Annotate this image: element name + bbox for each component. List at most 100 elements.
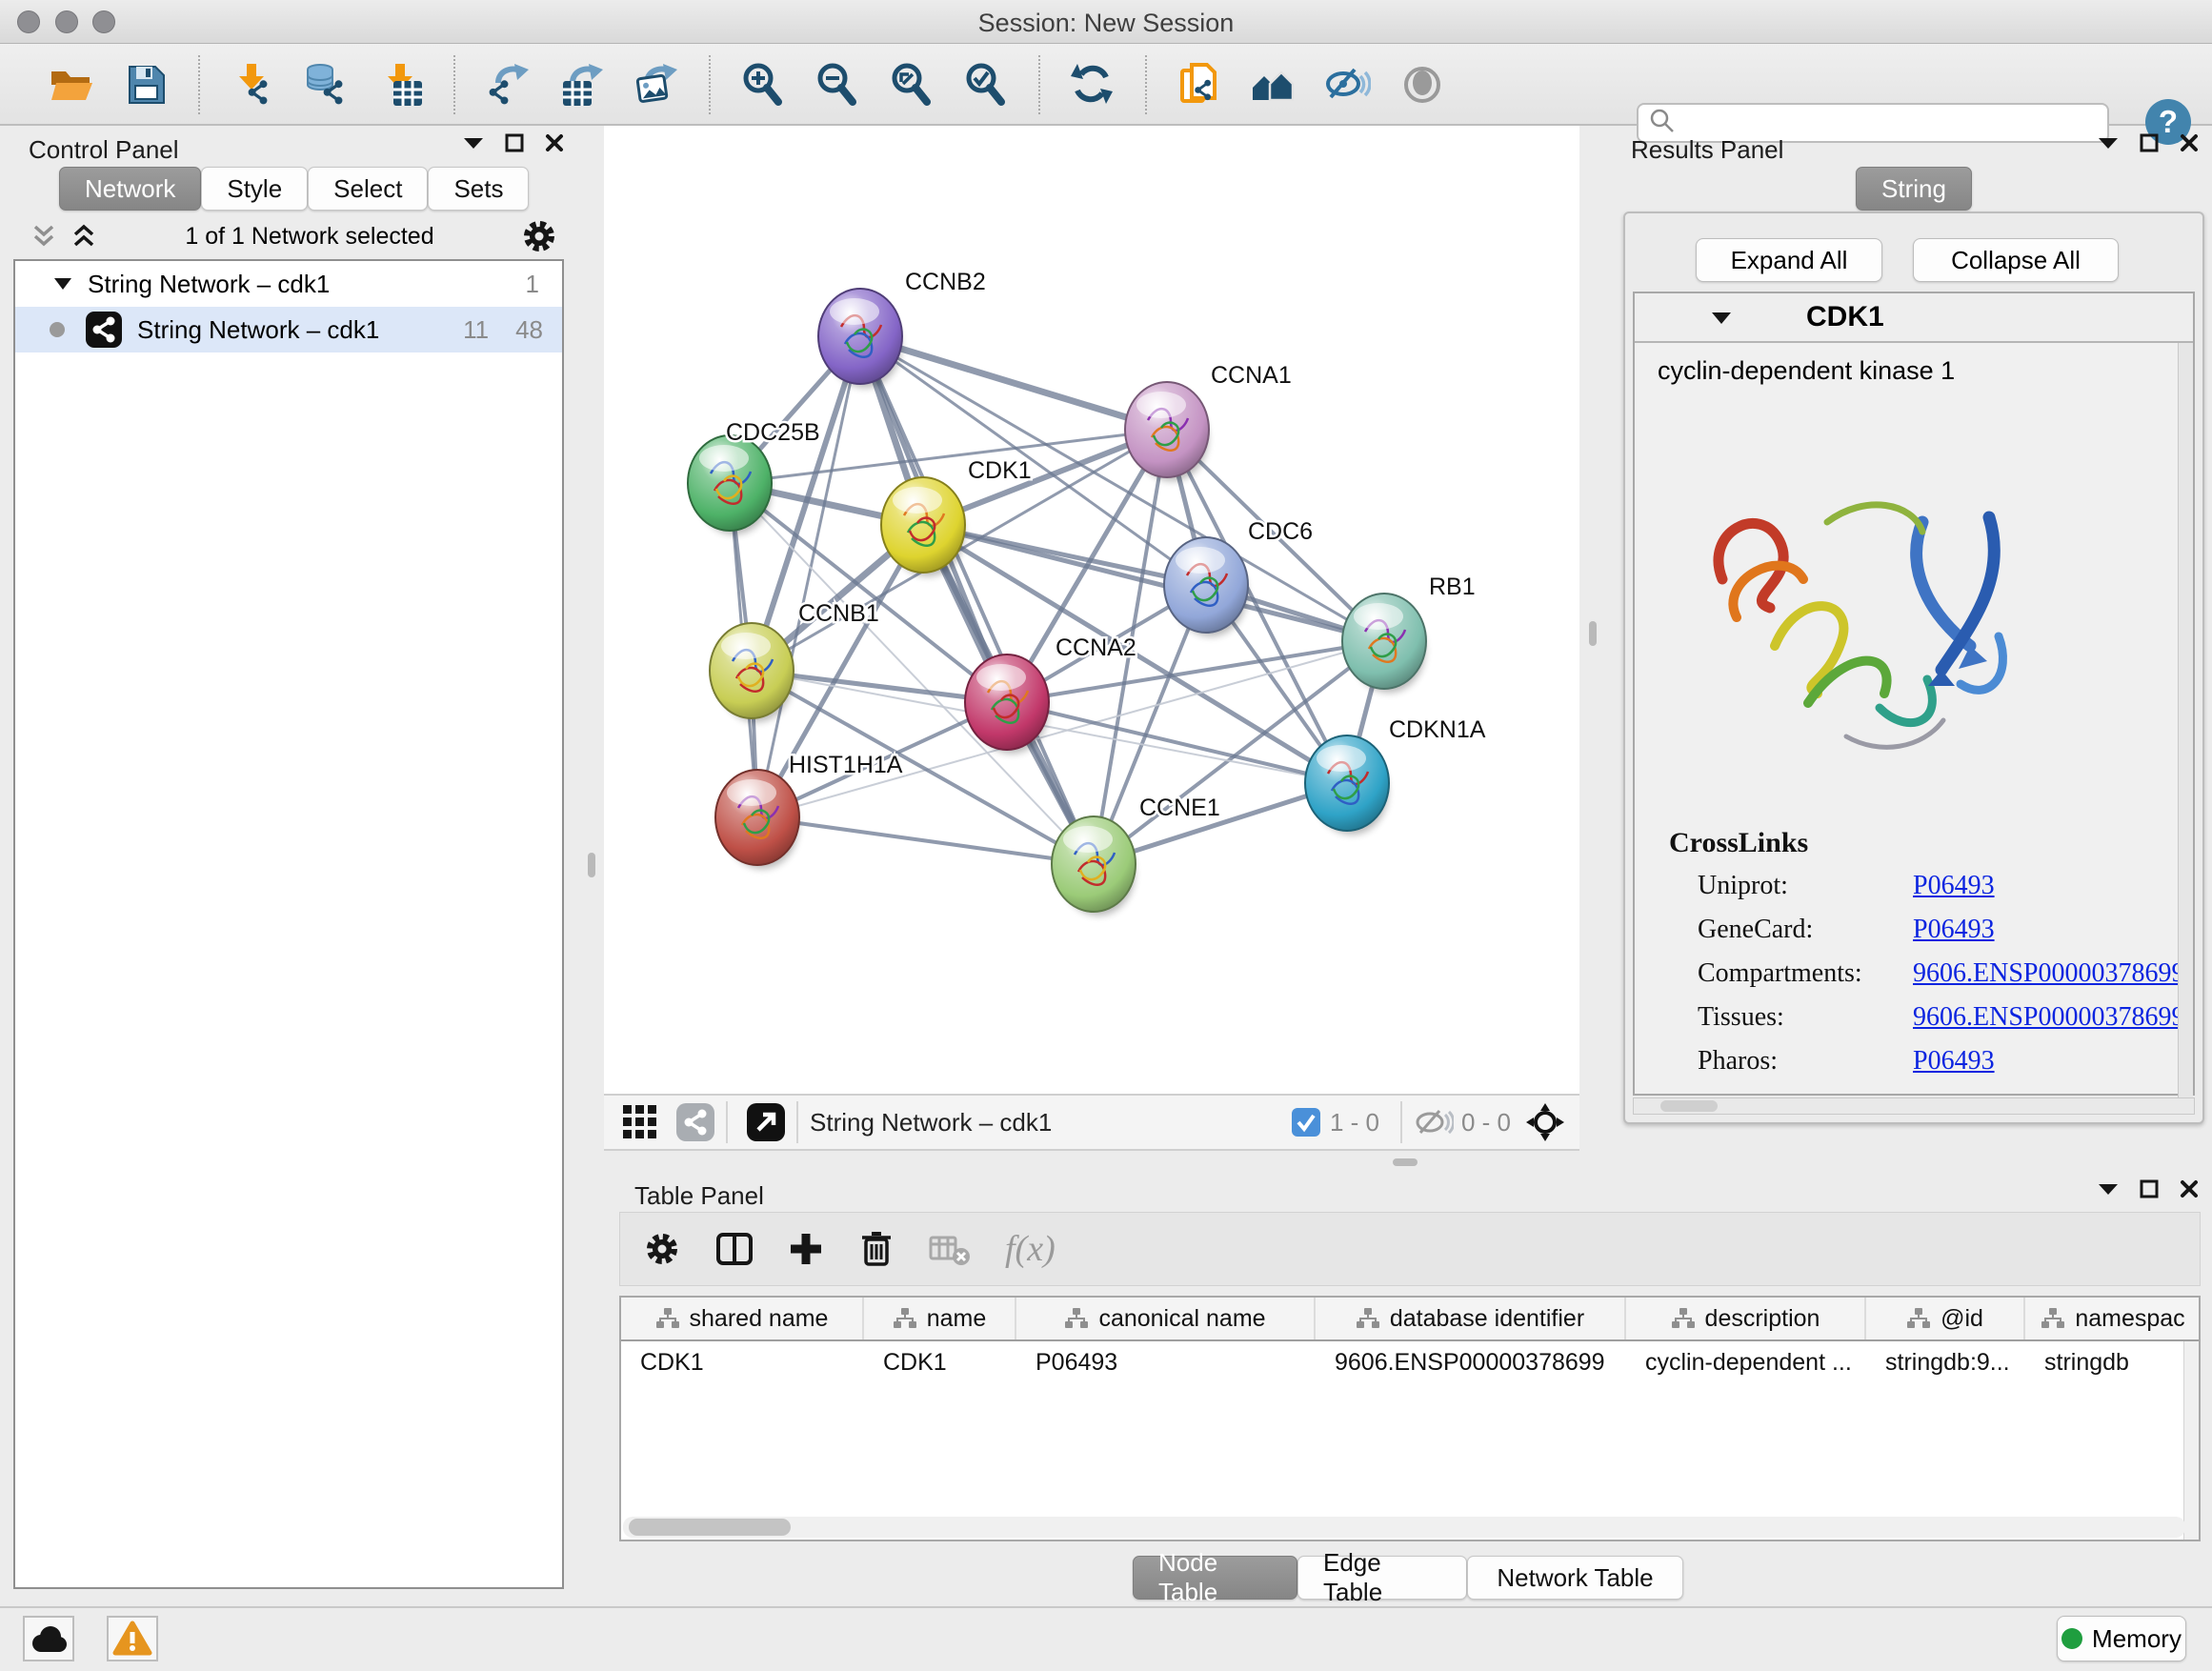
tab-sets[interactable]: Sets: [428, 167, 529, 211]
collection-count: 1: [526, 270, 539, 299]
cell-description[interactable]: cyclin-dependent ...: [1626, 1349, 1866, 1377]
search-input[interactable]: [1686, 110, 2107, 136]
panel-close-icon[interactable]: [545, 133, 564, 152]
fit-selected-crosshair-icon[interactable]: [1524, 1101, 1566, 1143]
hidden-eye-slash-icon[interactable]: [1414, 1106, 1454, 1138]
crosslink-tissues-link[interactable]: 9606.ENSP00000378699: [1913, 1002, 2184, 1033]
zoom-selected-icon[interactable]: [962, 61, 1010, 109]
network-node-CCNB1[interactable]: CCNB1: [710, 600, 879, 722]
string-home-icon[interactable]: [1250, 61, 1297, 109]
crosslink-genecard-link[interactable]: P06493: [1913, 915, 1995, 945]
share-view-icon[interactable]: [676, 1103, 714, 1141]
network-node-CCNE1[interactable]: CCNE1: [1052, 795, 1220, 916]
collapse-all-chevron-icon[interactable]: [29, 222, 59, 251]
column-header--id[interactable]: @id: [1866, 1298, 2025, 1339]
collapse-all-button[interactable]: Collapse All: [1913, 238, 2119, 282]
save-session-icon[interactable]: [122, 61, 170, 109]
table-panel-title: Table Panel: [634, 1181, 764, 1211]
tab-network-table[interactable]: Network Table: [1467, 1556, 1683, 1600]
warnings-button[interactable]: [107, 1616, 158, 1661]
table-settings-gear-icon[interactable]: [643, 1230, 681, 1268]
delete-column-trash-icon[interactable]: [858, 1230, 895, 1268]
open-in-new-icon[interactable]: [747, 1103, 785, 1141]
results-hscroll-thumb[interactable]: [1660, 1100, 1718, 1112]
memory-button[interactable]: Memory: [2057, 1616, 2186, 1661]
cloud-tasks-button[interactable]: [23, 1616, 74, 1661]
table-float-icon[interactable]: [2140, 1179, 2159, 1198]
add-column-icon[interactable]: [788, 1231, 824, 1267]
left-splitter-grip[interactable]: [588, 853, 595, 877]
network-options-gear-icon[interactable]: [520, 217, 558, 255]
network-node-CCNA1[interactable]: CCNA1: [1125, 362, 1292, 481]
column-header-description[interactable]: description: [1626, 1298, 1866, 1339]
zoom-in-icon[interactable]: [739, 61, 787, 109]
node-label-CCNB1: CCNB1: [798, 600, 879, 627]
table-close-icon[interactable]: [2180, 1179, 2199, 1198]
results-vertical-scrollbar[interactable]: [2178, 343, 2193, 1097]
tab-node-table[interactable]: Node Table: [1133, 1556, 1297, 1600]
node-label-HIST1H1A: HIST1H1A: [789, 752, 903, 778]
crosslink-pharos-link[interactable]: P06493: [1913, 1046, 1995, 1077]
import-network-icon[interactable]: [229, 61, 276, 109]
open-session-icon[interactable]: [48, 61, 95, 109]
expand-all-button[interactable]: Expand All: [1696, 238, 1882, 282]
show-all-icon[interactable]: [1398, 61, 1446, 109]
panel-collapse-icon[interactable]: [463, 136, 484, 150]
cell-name[interactable]: CDK1: [864, 1349, 1016, 1377]
bottom-splitter-grip[interactable]: [1393, 1158, 1418, 1166]
tab-network[interactable]: Network: [59, 167, 201, 211]
results-horizontal-scrollbar[interactable]: [1633, 1097, 2195, 1115]
cell--id[interactable]: stringdb:9...: [1866, 1349, 2025, 1377]
cell-shared-name[interactable]: CDK1: [621, 1349, 864, 1377]
show-columns-icon[interactable]: [715, 1232, 754, 1266]
import-table-icon[interactable]: [377, 61, 425, 109]
duplicate-network-icon[interactable]: [1176, 61, 1223, 109]
column-header-namespac[interactable]: namespac: [2025, 1298, 2201, 1339]
node-table[interactable]: shared namenamecanonical namedatabase id…: [619, 1296, 2201, 1541]
expand-all-chevron-icon[interactable]: [69, 222, 99, 251]
table-vertical-scrollbar[interactable]: [2183, 1341, 2199, 1541]
cell-namespac[interactable]: stringdb: [2025, 1349, 2201, 1377]
refresh-icon[interactable]: [1069, 61, 1116, 109]
column-header-name[interactable]: name: [864, 1298, 1016, 1339]
right-splitter-grip[interactable]: [1589, 621, 1597, 646]
export-image-icon[interactable]: [633, 61, 680, 109]
export-network-icon[interactable]: [484, 61, 532, 109]
network-canvas[interactable]: CCNB2 CCNA1 CDC25B CDK1: [604, 126, 1579, 1094]
grid-view-icon[interactable]: [621, 1103, 659, 1141]
network-row-selected[interactable]: String Network – cdk1 11 48: [15, 307, 562, 352]
cell-canonical-name[interactable]: P06493: [1016, 1349, 1316, 1377]
column-header-shared-name[interactable]: shared name: [621, 1298, 864, 1339]
network-node-RB1[interactable]: RB1: [1342, 574, 1476, 693]
tab-edge-table[interactable]: Edge Table: [1297, 1556, 1467, 1600]
network-list: String Network – cdk1 1 String Network –…: [13, 259, 564, 1589]
results-close-icon[interactable]: [2180, 133, 2199, 152]
table-hscroll-thumb[interactable]: [629, 1519, 791, 1536]
panel-float-icon[interactable]: [505, 133, 524, 152]
import-database-icon[interactable]: [303, 61, 351, 109]
zoom-fit-icon[interactable]: [888, 61, 935, 109]
network-collection-row[interactable]: String Network – cdk1 1: [15, 261, 562, 307]
tab-select[interactable]: Select: [308, 167, 428, 211]
column-header-database-identifier[interactable]: database identifier: [1316, 1298, 1626, 1339]
selected-checkbox-icon[interactable]: [1292, 1108, 1320, 1137]
network-node-HIST1H1A[interactable]: HIST1H1A: [715, 752, 903, 869]
results-collapse-icon[interactable]: [2098, 136, 2119, 150]
table-horizontal-scrollbar[interactable]: [623, 1517, 2185, 1538]
export-table-icon[interactable]: [558, 61, 606, 109]
collection-expander-icon[interactable]: [53, 276, 72, 292]
table-collapse-icon[interactable]: [2098, 1182, 2119, 1196]
results-tab-string[interactable]: String: [1856, 167, 1972, 211]
results-float-icon[interactable]: [2140, 133, 2159, 152]
crosslink-compartments-link[interactable]: 9606.ENSP00000378699: [1913, 958, 2184, 989]
node-table-row[interactable]: CDK1CDK1P064939606.ENSP00000378699cyclin…: [621, 1341, 2199, 1383]
hide-selected-icon[interactable]: [1324, 61, 1372, 109]
column-header-canonical-name[interactable]: canonical name: [1016, 1298, 1316, 1339]
gene-expander-icon[interactable]: [1711, 311, 1732, 325]
crosslink-uniprot-link[interactable]: P06493: [1913, 871, 1995, 901]
cell-database-identifier[interactable]: 9606.ENSP00000378699: [1316, 1349, 1626, 1377]
gene-card-header[interactable]: CDK1: [1635, 293, 2193, 343]
tab-style[interactable]: Style: [201, 167, 308, 211]
network-node-CDKN1A[interactable]: CDKN1A: [1305, 716, 1486, 835]
zoom-out-icon[interactable]: [814, 61, 861, 109]
